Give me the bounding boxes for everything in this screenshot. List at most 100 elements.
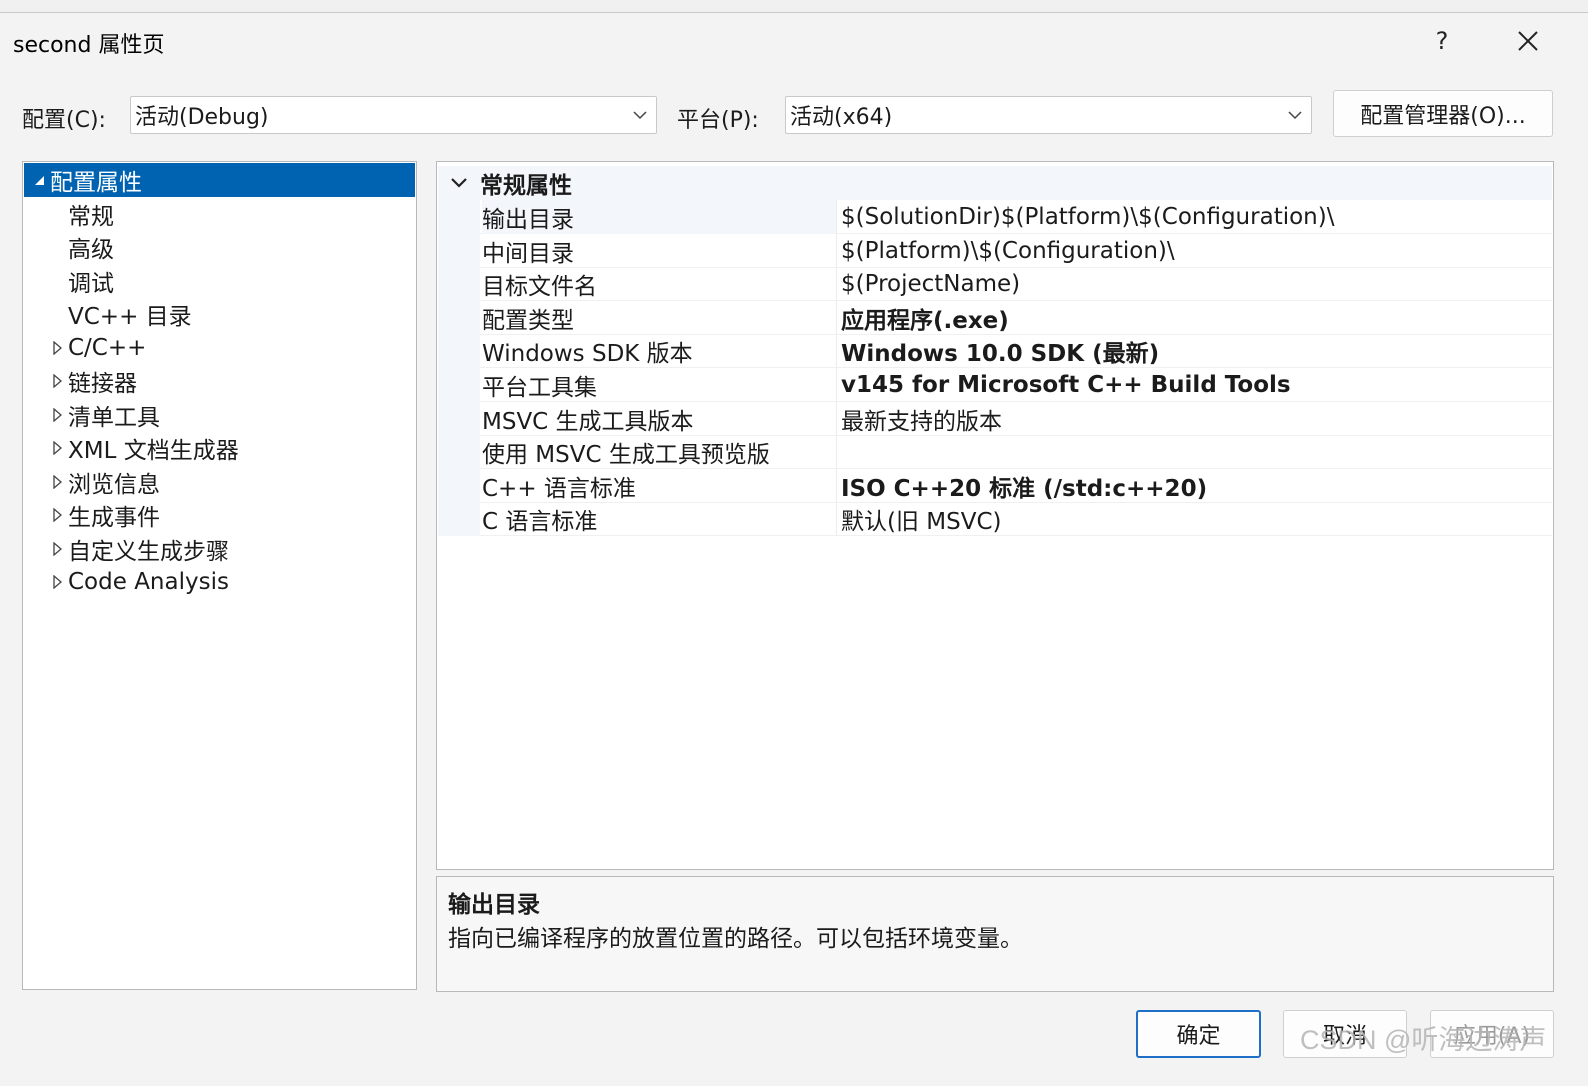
- platform-label: 平台(P):: [677, 108, 759, 133]
- tree-item-label: XML 文档生成器: [68, 438, 239, 464]
- property-name: 输出目录: [482, 200, 836, 234]
- window-title: second 属性页: [13, 33, 165, 58]
- platform-combobox[interactable]: 活动(x64): [785, 96, 1312, 134]
- property-row[interactable]: 使用 MSVC 生成工具预览版: [438, 435, 1552, 470]
- property-name: 目标文件名: [482, 274, 597, 301]
- property-value[interactable]: 默认(旧 MSVC): [836, 502, 1552, 537]
- tree-item[interactable]: XML 文档生成器: [24, 431, 415, 465]
- row-gutter: [438, 334, 480, 369]
- tree-item[interactable]: 自定义生成步骤: [24, 532, 415, 566]
- ok-button[interactable]: 确定: [1136, 1010, 1261, 1058]
- property-name: 平台工具集: [482, 375, 597, 401]
- description-text: 指向已编译程序的放置位置的路径。可以包括环境变量。: [448, 926, 1023, 952]
- row-gutter: [438, 468, 480, 503]
- collapsed-triangle-icon[interactable]: [46, 572, 68, 592]
- row-gutter: [438, 267, 480, 302]
- chevron-down-icon[interactable]: [438, 177, 480, 189]
- watermark: CSDN @听海边涛声: [1300, 1025, 1547, 1055]
- row-gutter: [438, 401, 480, 436]
- tree-item[interactable]: 调试: [24, 264, 415, 298]
- collapsed-triangle-icon[interactable]: [46, 338, 68, 358]
- property-row[interactable]: 中间目录 $(Platform)\$(Configuration)\: [438, 233, 1552, 268]
- close-button[interactable]: [1500, 21, 1556, 61]
- property-row[interactable]: 平台工具集 v145 for Microsoft C++ Build Tools: [438, 368, 1552, 402]
- platform-value: 活动(x64): [790, 105, 893, 130]
- property-value[interactable]: $(Platform)\$(Configuration)\: [836, 233, 1552, 268]
- collapsed-triangle-icon[interactable]: [46, 405, 68, 425]
- tree-item-label: 自定义生成步骤: [68, 538, 229, 565]
- row-gutter: [438, 502, 480, 537]
- collapsed-triangle-icon[interactable]: [46, 539, 68, 559]
- tree-item-label: 生成事件: [68, 505, 160, 531]
- config-tree: 配置属性 常规高级 调试 VC++ 目录 C/C++ 链接器清单工具 XML 文档生成器 浏览…: [22, 161, 417, 990]
- tree-item-label: Code Analysis: [68, 569, 229, 595]
- tree-item[interactable]: 常规: [24, 197, 415, 231]
- property-row[interactable]: 目标文件名 $(ProjectName): [438, 267, 1552, 302]
- row-gutter: [438, 233, 480, 268]
- config-manager-button[interactable]: 配置管理器(O)...: [1333, 90, 1553, 137]
- property-name: MSVC 生成工具版本: [482, 408, 694, 435]
- tree-item[interactable]: C/C++: [24, 331, 415, 365]
- config-label: 配置(C):: [22, 108, 106, 133]
- collapsed-triangle-icon[interactable]: [46, 438, 68, 458]
- row-gutter: [438, 200, 480, 234]
- property-pages-dialog: second 属性页 ? 配置(C): 活动(Debug) 平台(P): 活动(…: [0, 12, 1588, 1086]
- tree-item-label: 高级: [68, 237, 114, 263]
- description-pane: 输出目录 指向已编译程序的放置位置的路径。可以包括环境变量。: [436, 876, 1554, 992]
- tree-item-label: 清单工具: [68, 404, 160, 431]
- property-row[interactable]: C 语言标准 默认(旧 MSVC): [438, 502, 1552, 537]
- description-title: 输出目录: [448, 892, 540, 918]
- row-gutter: [438, 368, 480, 402]
- tree-item-label: 浏览信息: [68, 471, 160, 498]
- tree-item[interactable]: 高级: [24, 230, 415, 264]
- collapsed-triangle-icon[interactable]: [46, 472, 68, 492]
- property-name: C 语言标准: [482, 509, 598, 536]
- category-row[interactable]: 常规属性: [438, 166, 1552, 200]
- property-value[interactable]: ISO C++20 标准 (/std:c++20): [836, 468, 1552, 503]
- property-value[interactable]: Windows 10.0 SDK (最新): [836, 334, 1552, 369]
- collapsed-triangle-icon[interactable]: [46, 505, 68, 525]
- tree-item[interactable]: 清单工具: [24, 398, 415, 432]
- property-row[interactable]: C++ 语言标准 ISO C++20 标准 (/std:c++20): [438, 468, 1552, 503]
- property-row[interactable]: Windows SDK 版本 Windows 10.0 SDK (最新): [438, 334, 1552, 369]
- tree-item-label: 链接器: [68, 371, 137, 397]
- property-name: Windows SDK 版本: [482, 341, 693, 368]
- property-row[interactable]: 输出目录 $(SolutionDir)$(Platform)\$(Configur…: [438, 200, 1552, 234]
- config-combobox[interactable]: 活动(Debug): [130, 96, 657, 134]
- property-value[interactable]: $(ProjectName): [836, 267, 1552, 302]
- tree-item[interactable]: 生成事件: [24, 498, 415, 532]
- collapsed-triangle-icon[interactable]: [46, 371, 68, 391]
- tree-item[interactable]: 链接器: [24, 364, 415, 398]
- tree-item[interactable]: 配置属性: [24, 163, 415, 197]
- row-gutter: [438, 435, 480, 470]
- property-value[interactable]: $(SolutionDir)$(Platform)\$(Configuratio…: [836, 200, 1552, 234]
- expanded-triangle-icon[interactable]: [28, 170, 50, 190]
- tree-item[interactable]: 浏览信息: [24, 465, 415, 499]
- property-value[interactable]: v145 for Microsoft C++ Build Tools: [836, 368, 1552, 402]
- tree-item-label: C/C++: [68, 334, 147, 361]
- category-label: 常规属性: [480, 173, 572, 199]
- property-name: 使用 MSVC 生成工具预览版: [482, 442, 770, 469]
- property-grid: 常规属性 输出目录 $(SolutionDir)$(Platform)\$(Con…: [436, 161, 1554, 870]
- config-value: 活动(Debug): [135, 105, 269, 130]
- property-name: C++ 语言标准: [482, 475, 636, 502]
- property-value[interactable]: 应用程序(.exe): [836, 300, 1552, 335]
- tree-item-label: 配置属性: [50, 170, 142, 196]
- property-name: 中间目录: [482, 240, 574, 267]
- property-value[interactable]: [836, 435, 1552, 470]
- chevron-down-icon: [624, 110, 656, 120]
- title-bar: second 属性页 ?: [0, 13, 1588, 69]
- tree-item[interactable]: Code Analysis: [24, 565, 415, 599]
- property-name: 配置类型: [482, 307, 574, 334]
- help-button[interactable]: ?: [1414, 21, 1470, 61]
- chevron-down-icon: [1279, 110, 1311, 120]
- row-gutter: [438, 300, 480, 335]
- property-row[interactable]: MSVC 生成工具版本 最新支持的版本: [438, 401, 1552, 436]
- property-row[interactable]: 配置类型 应用程序(.exe): [438, 300, 1552, 335]
- tree-item-label: VC++ 目录: [68, 304, 192, 330]
- property-value[interactable]: 最新支持的版本: [836, 401, 1552, 436]
- tree-item[interactable]: VC++ 目录: [24, 297, 415, 331]
